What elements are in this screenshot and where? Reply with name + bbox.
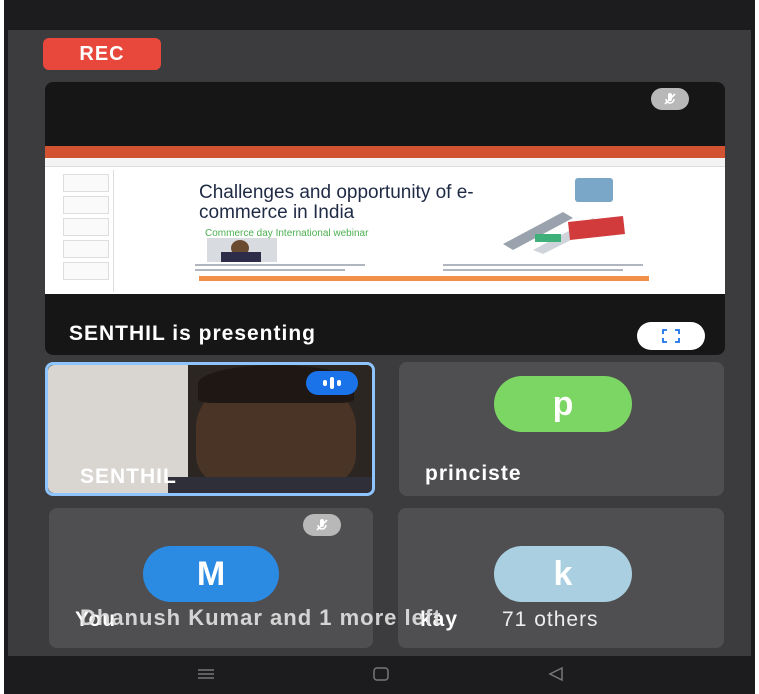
presentation-tile[interactable]: Challenges and opportunity of e-commerce… [45, 82, 725, 355]
phone-frame: REC Challenges and opportunity of e-comm… [4, 0, 755, 694]
back-icon[interactable] [544, 664, 568, 684]
audio-level-icon [306, 371, 358, 395]
presenter-label: SENTHIL is presenting [69, 322, 316, 345]
slide-footer-bar [199, 276, 649, 281]
participant-name: SENTHIL [80, 465, 177, 488]
android-nav-bar [4, 656, 755, 694]
recent-apps-icon[interactable] [194, 664, 218, 684]
notification-text: Dhanush Kumar and 1 more left [80, 605, 442, 630]
slide-graphic [503, 212, 625, 254]
avatar: k [494, 546, 632, 602]
avatar: M [143, 546, 279, 602]
notification-toast: Dhanush Kumar and 1 more left [8, 605, 751, 639]
recording-badge: REC [43, 38, 161, 70]
home-icon[interactable] [369, 664, 393, 684]
slide-thumbnails [49, 170, 114, 292]
mic-off-icon [651, 88, 689, 110]
participant-tile-senthil[interactable]: SENTHIL [45, 362, 375, 496]
app-toolbar [45, 158, 725, 167]
fullscreen-icon [662, 329, 680, 343]
fullscreen-button[interactable] [637, 322, 705, 350]
participant-name: princiste [425, 462, 522, 485]
meeting-screen: REC Challenges and opportunity of e-comm… [8, 30, 751, 656]
app-ribbon [45, 146, 725, 158]
mic-off-icon [303, 514, 341, 536]
participant-tile-princiste[interactable]: p princiste [399, 362, 724, 496]
institution-logo [575, 178, 613, 202]
speaker-photo [207, 238, 277, 262]
shared-slide: Challenges and opportunity of e-commerce… [45, 146, 725, 294]
avatar: p [494, 376, 632, 432]
